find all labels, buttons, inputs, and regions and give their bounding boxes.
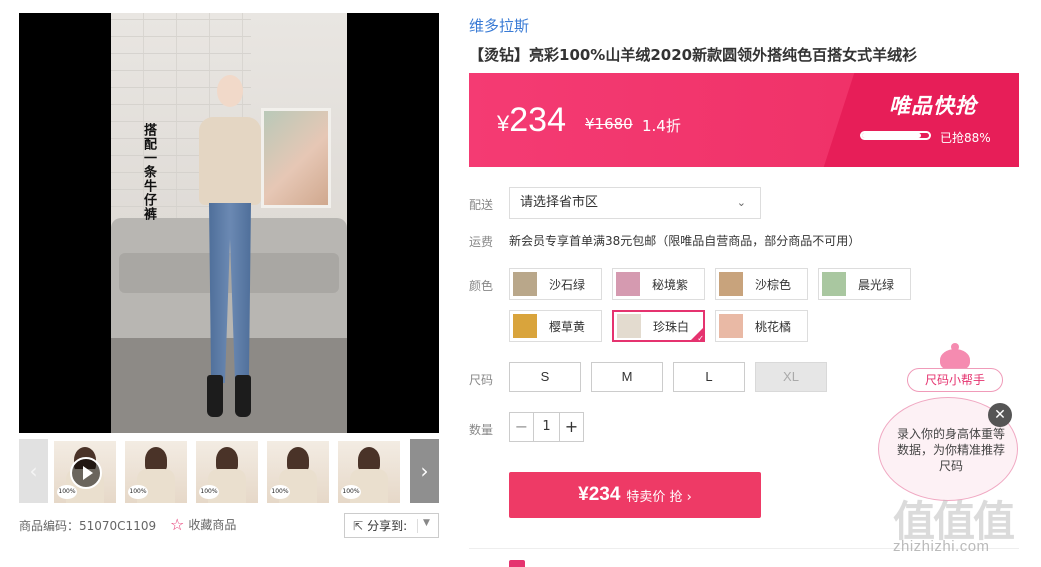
- promo-tag: [509, 560, 525, 567]
- size-option[interactable]: S: [509, 362, 581, 392]
- thumb-badge: 100%: [128, 485, 148, 499]
- quantity-input[interactable]: 1: [533, 413, 560, 441]
- share-icon: ⇱: [353, 518, 364, 533]
- color-swatch: [513, 314, 537, 338]
- banner-slant: [823, 73, 1019, 167]
- freight-text: 新会员专享首单满38元包邮（限唯品自营商品，部分商品不可用）: [509, 234, 861, 248]
- thumb-prev-button[interactable]: ‹: [19, 439, 48, 503]
- color-option-label: 晨光绿: [858, 277, 895, 292]
- color-option[interactable]: 樱草黄: [509, 310, 602, 342]
- model-figure: [195, 71, 265, 420]
- thumb-badge: 100%: [199, 485, 219, 499]
- star-icon: ☆: [170, 515, 185, 534]
- thumbnail-image[interactable]: 100%: [338, 441, 400, 503]
- quantity-minus-button[interactable]: −: [510, 413, 533, 441]
- thumbnail-image[interactable]: 100%: [196, 441, 258, 503]
- color-option[interactable]: 珍珠白: [612, 310, 705, 342]
- size-option: XL: [755, 362, 827, 392]
- thumbnail-image[interactable]: 100%: [267, 441, 329, 503]
- quantity-plus-button[interactable]: +: [560, 413, 583, 441]
- color-option-label: 樱草黄: [549, 319, 586, 334]
- color-swatch: [719, 314, 743, 338]
- thumb-badge: 100%: [270, 485, 290, 499]
- buy-button[interactable]: ¥234 特卖价 抢 ›: [509, 472, 761, 518]
- color-option-label: 沙棕色: [755, 277, 792, 292]
- size-option[interactable]: L: [673, 362, 745, 392]
- sold-progress-fill: [862, 133, 921, 138]
- delivery-label: 配送: [469, 198, 494, 212]
- size-helper-button[interactable]: 尺码小帮手: [907, 368, 1003, 392]
- thumbnail-image[interactable]: 100%: [125, 441, 187, 503]
- thumb-badge: 100%: [57, 485, 77, 499]
- current-price: ¥234: [497, 101, 566, 140]
- thumb-next-button[interactable]: ›: [410, 439, 439, 503]
- size-label: 尺码: [469, 373, 494, 387]
- freight-label: 运费: [469, 235, 494, 249]
- brand-link[interactable]: 维多拉斯: [469, 15, 529, 36]
- chevron-down-icon: ⌄: [736, 196, 746, 209]
- close-icon[interactable]: ✕: [988, 403, 1012, 427]
- color-option-label: 珍珠白: [653, 319, 690, 334]
- color-swatch: [616, 272, 640, 296]
- favorite-label: 收藏商品: [188, 518, 237, 532]
- buy-price: ¥234: [578, 484, 621, 505]
- color-swatch: [822, 272, 846, 296]
- sold-percentage: 已抢88%: [940, 131, 991, 145]
- color-option[interactable]: 晨光绿: [818, 268, 911, 300]
- share-divider: [417, 519, 418, 533]
- favorite-button[interactable]: ☆ 收藏商品: [170, 515, 236, 534]
- color-swatch: [719, 272, 743, 296]
- play-icon[interactable]: [70, 457, 102, 489]
- color-option[interactable]: 沙石绿: [509, 268, 602, 300]
- wall-painting: [261, 108, 331, 208]
- size-helper-text: 录入你的身高体重等数据，为你精准推荐尺码: [896, 427, 1005, 473]
- share-label: 分享到:: [367, 519, 408, 533]
- main-product-image[interactable]: 搭配一条牛仔裤: [19, 13, 439, 433]
- currency-symbol: ¥: [497, 111, 510, 136]
- sold-progress-bar: [860, 131, 931, 140]
- original-price: ¥1680: [585, 115, 633, 133]
- size-option[interactable]: M: [591, 362, 663, 392]
- color-label: 颜色: [469, 279, 494, 293]
- product-code: 商品编码：51070C1109: [19, 519, 157, 533]
- quantity-stepper: − 1 +: [509, 412, 584, 442]
- discount-label: 1.4折: [642, 117, 681, 135]
- color-option-label: 沙石绿: [549, 277, 586, 292]
- thumbnail-strip: ‹ 100% 100% 100% 100% 100% ›: [19, 439, 439, 503]
- product-photo: [111, 13, 347, 433]
- color-option[interactable]: 桃花橘: [715, 310, 808, 342]
- color-option[interactable]: 秘境紫: [612, 268, 705, 300]
- color-option-label: 秘境紫: [652, 277, 689, 292]
- region-select-value: 请选择省市区: [520, 195, 599, 210]
- color-swatch: [617, 314, 641, 338]
- region-select[interactable]: 请选择省市区 ⌄: [509, 187, 761, 219]
- video-caption: 搭配一条牛仔裤: [141, 123, 156, 221]
- color-option-label: 桃花橘: [755, 319, 792, 334]
- color-option[interactable]: 沙棕色: [715, 268, 808, 300]
- check-icon: [690, 327, 704, 341]
- share-dropdown[interactable]: ⇱ 分享到: ▼: [344, 513, 439, 538]
- chevron-right-icon: ›: [420, 459, 429, 483]
- color-swatch: [513, 272, 537, 296]
- thumbnail-video[interactable]: 100%: [54, 441, 116, 503]
- watermark-url: zhizhizhi.com: [893, 538, 990, 555]
- current-price-value: 234: [509, 101, 566, 139]
- price-banner: ¥234 ¥1680 1.4折 唯品快抢 已抢88%: [469, 73, 1019, 167]
- chevron-left-icon: ‹: [29, 459, 38, 483]
- thumb-badge: 100%: [341, 485, 361, 499]
- quantity-label: 数量: [469, 423, 494, 437]
- buy-label: 特卖价 抢 ›: [626, 489, 692, 505]
- flash-sale-title: 唯品快抢: [889, 94, 977, 118]
- caret-down-icon: ▼: [423, 518, 430, 528]
- product-title: 【烫钻】亮彩100%山羊绒2020新款圆领外搭纯色百搭女式羊绒衫: [469, 46, 918, 64]
